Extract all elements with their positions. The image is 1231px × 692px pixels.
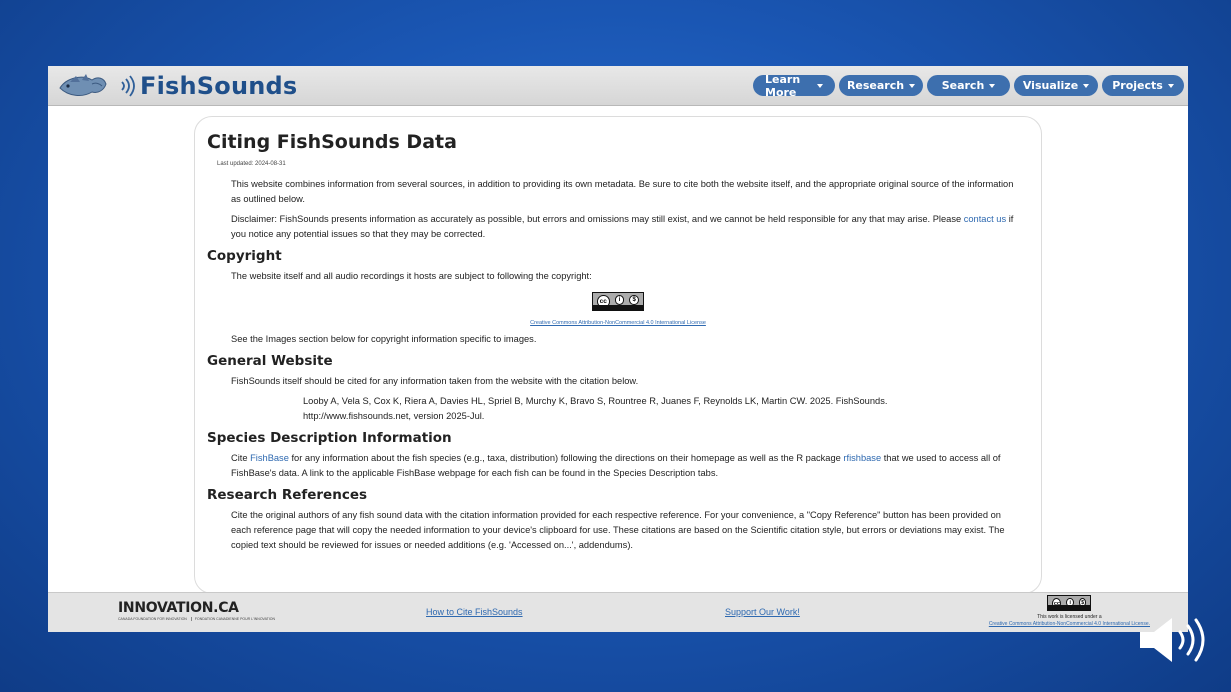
nav-research[interactable]: Research: [839, 75, 923, 96]
contact-us-link[interactable]: contact us: [964, 214, 1006, 224]
site-logo[interactable]: FishSounds: [56, 68, 297, 104]
rfishbase-link[interactable]: rfishbase: [843, 453, 881, 463]
species-text: Cite FishBase for any information about …: [231, 453, 1001, 478]
heading-research-references: Research References: [207, 487, 368, 503]
intro-text: This website combines information from s…: [231, 179, 1014, 204]
nav-search[interactable]: Search: [927, 75, 1010, 96]
how-to-cite-link[interactable]: How to Cite FishSounds: [426, 607, 523, 617]
noncommercial-icon: $: [629, 295, 639, 305]
research-text: Cite the original authors of any fish so…: [231, 510, 1005, 550]
logo-text: FishSounds: [140, 72, 298, 100]
support-link[interactable]: Support Our Work!: [725, 607, 800, 617]
page-title: Citing FishSounds Data: [207, 131, 457, 153]
attribution-icon: i: [614, 295, 625, 305]
sponsor-name: INNOVATION.CA: [118, 600, 239, 616]
site-header: FishSounds Learn More Research Search Vi…: [48, 66, 1188, 106]
sponsor-sub-fr: FONDATION CANADIENNE POUR L'INNOVATION: [190, 617, 275, 621]
images-note: See the Images section below for copyrig…: [231, 334, 537, 344]
speaker-icon[interactable]: [1136, 614, 1212, 666]
footer-license: cc i $ This work is licensed under a Cre…: [989, 595, 1150, 627]
license-link[interactable]: Creative Commons Attribution-NonCommerci…: [530, 320, 706, 326]
chevron-down-icon: [1083, 84, 1090, 88]
heading-copyright: Copyright: [207, 248, 282, 264]
slide: FishSounds Learn More Research Search Vi…: [48, 66, 1188, 632]
sponsor-sub-en: CANADA FOUNDATION FOR INNOVATION: [118, 617, 187, 621]
fishbase-link[interactable]: FishBase: [250, 453, 289, 463]
badge-strip: [1048, 605, 1091, 610]
website-citation: Looby A, Vela S, Cox K, Riera A, Davies …: [303, 396, 888, 421]
last-updated: Last updated: 2024-08-31: [217, 161, 286, 167]
heading-general-website: General Website: [207, 353, 333, 369]
chevron-down-icon: [817, 84, 823, 88]
site-footer: INNOVATION.CA CANADA FOUNDATION FOR INNO…: [48, 592, 1188, 632]
license-block: cc i $ Creative Commons Attribution-NonC…: [207, 292, 1029, 326]
general-text: FishSounds itself should be cited for an…: [231, 376, 639, 386]
sound-wave-icon: [121, 75, 135, 97]
copyright-text: The website itself and all audio recordi…: [231, 271, 592, 281]
badge-strip: [593, 305, 643, 310]
sponsor-logo[interactable]: INNOVATION.CA CANADA FOUNDATION FOR INNO…: [118, 600, 275, 621]
heading-species-description: Species Description Information: [207, 430, 452, 446]
footer-license-link[interactable]: Creative Commons Attribution-NonCommerci…: [989, 621, 1150, 627]
chevron-down-icon: [909, 84, 916, 88]
fish-logo-icon: [59, 74, 107, 96]
content-card: Citing FishSounds Data Last updated: 202…: [194, 116, 1042, 594]
main-nav: Learn More Research Search Visualize Pro…: [753, 73, 1184, 99]
nav-learn-more[interactable]: Learn More: [753, 73, 835, 99]
disclaimer-text: Disclaimer: FishSounds presents informat…: [231, 214, 1014, 239]
nav-visualize[interactable]: Visualize: [1014, 75, 1098, 96]
cc-license-badge[interactable]: cc i $: [1047, 595, 1092, 611]
license-line-1: This work is licensed under a: [1037, 614, 1102, 620]
chevron-down-icon: [989, 84, 996, 88]
nav-projects[interactable]: Projects: [1102, 75, 1184, 96]
chevron-down-icon: [1167, 84, 1174, 88]
cc-license-badge[interactable]: cc i $: [592, 292, 644, 311]
